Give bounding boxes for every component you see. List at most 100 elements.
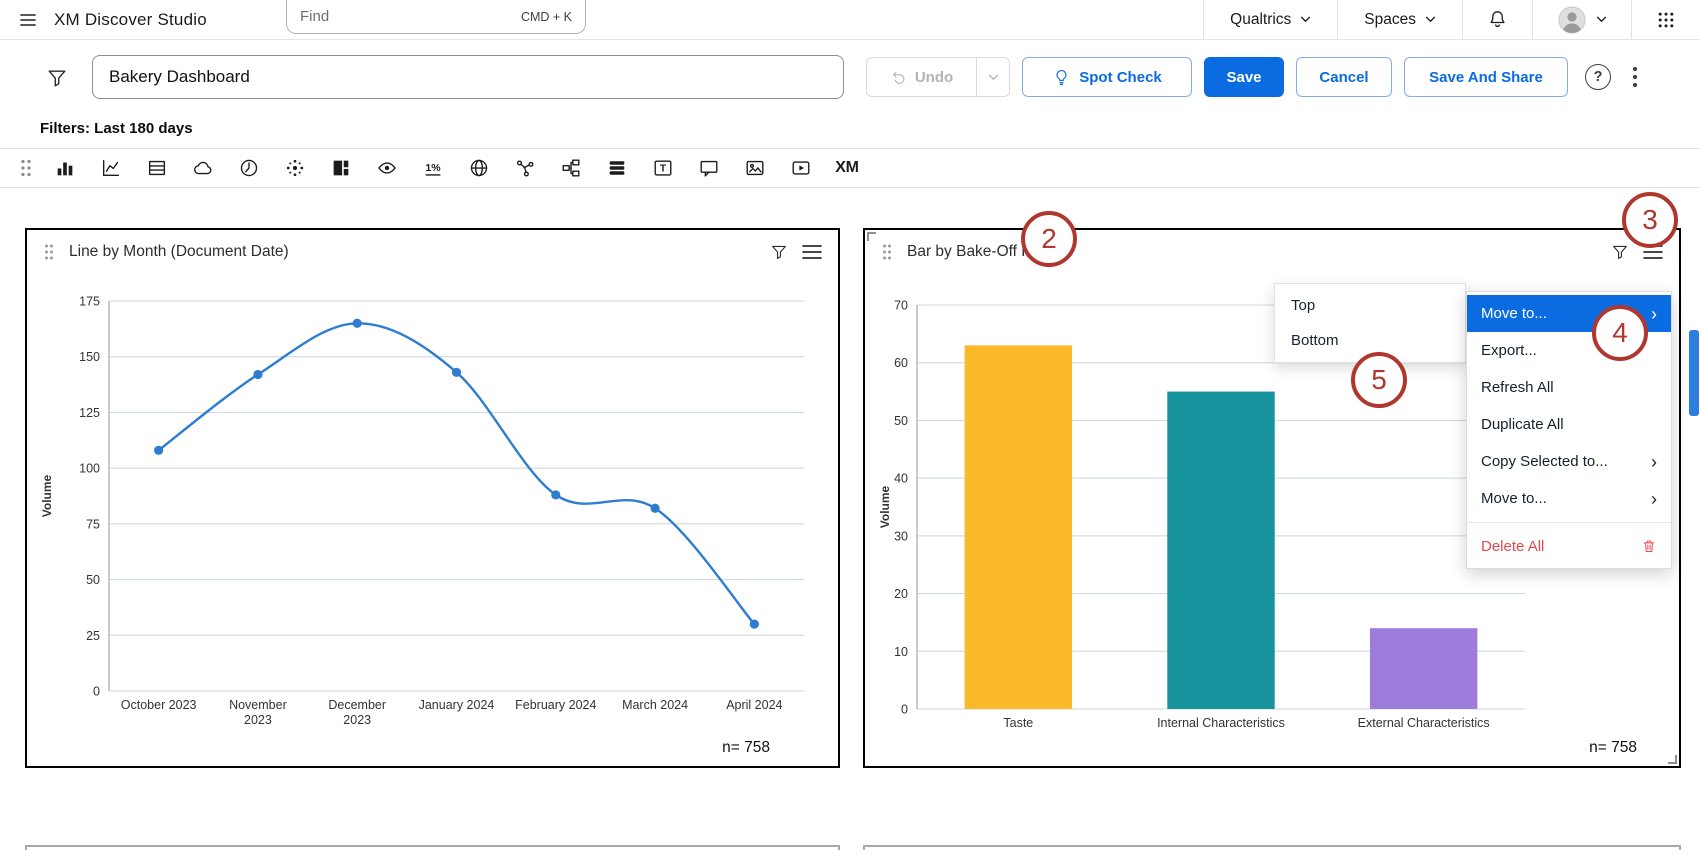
context-menu-item-refresh-all[interactable]: Refresh All <box>1467 369 1671 406</box>
sample-size-label: n= 758 <box>1589 739 1637 757</box>
save-and-share-label: Save And Share <box>1429 69 1543 86</box>
context-menu-item-move-to[interactable]: Move to... › <box>1467 480 1671 517</box>
network-widget-icon[interactable] <box>502 157 548 179</box>
cancel-button[interactable]: Cancel <box>1296 57 1392 97</box>
svg-text:Internal Characteristics: Internal Characteristics <box>1157 716 1285 730</box>
submenu-arrow-icon: › <box>1651 305 1657 323</box>
svg-text:October 2023: October 2023 <box>121 698 197 712</box>
next-row-widget-peek <box>25 845 840 850</box>
widget-drag-handle-icon[interactable] <box>43 243 55 261</box>
svg-text:0: 0 <box>901 703 908 717</box>
menu-item-label: Move to... <box>1481 305 1547 322</box>
save-and-share-button[interactable]: Save And Share <box>1404 57 1568 97</box>
undo-history-dropdown[interactable] <box>976 58 1009 96</box>
menu-item-label: Move to... <box>1481 490 1547 507</box>
widget-header: Bar by Bake-Off Rubric <box>865 230 1679 274</box>
xm-widget-icon[interactable]: XM <box>824 159 870 177</box>
line-chart-canvas: 0255075100125150175VolumeOctober 2023Nov… <box>37 276 829 756</box>
submenu-item-top[interactable]: Top <box>1275 288 1465 323</box>
dashboard-filter-icon[interactable] <box>46 67 68 89</box>
image-widget-icon[interactable] <box>732 157 778 179</box>
account-menu[interactable] <box>1532 0 1631 40</box>
scorecard-widget-icon[interactable]: 1% <box>410 157 456 179</box>
menu-divider <box>1467 522 1671 523</box>
spot-check-label: Spot Check <box>1079 69 1162 86</box>
sample-size-label: n= 758 <box>722 739 770 757</box>
line-chart-widget[interactable]: Line by Month (Document Date) 0255075100… <box>25 228 840 768</box>
menu-item-label: Duplicate All <box>1481 416 1564 433</box>
qualtrics-menu[interactable]: Qualtrics <box>1203 0 1337 40</box>
line-chart-svg: 0255075100125150175VolumeOctober 2023Nov… <box>37 276 829 756</box>
svg-text:175: 175 <box>79 295 100 309</box>
svg-text:January 2024: January 2024 <box>419 698 495 712</box>
qualtrics-menu-label: Qualtrics <box>1230 11 1291 29</box>
svg-text:T: T <box>660 164 667 175</box>
svg-text:Volume: Volume <box>878 485 892 528</box>
dashboard-action-bar: Undo Spot Check Save Cancel Save And Sha… <box>0 41 1700 112</box>
svg-text:20: 20 <box>894 587 908 601</box>
vertical-scrollbar-thumb[interactable] <box>1689 330 1699 416</box>
dashboard-name-input[interactable] <box>92 55 844 99</box>
bar-chart-widget-icon[interactable] <box>42 157 88 179</box>
context-menu-item-delete-all[interactable]: Delete All <box>1467 528 1671 565</box>
context-menu-item-duplicate-all[interactable]: Duplicate All <box>1467 406 1671 443</box>
more-options-kebab-icon[interactable] <box>1632 66 1638 88</box>
find-search-input[interactable]: Find CMD + K <box>286 0 586 34</box>
widget-drag-handle-icon[interactable] <box>881 243 893 261</box>
avatar <box>1557 5 1587 35</box>
line-chart-widget-icon[interactable] <box>88 157 134 179</box>
heatmap-widget-icon[interactable] <box>318 157 364 179</box>
submenu-arrow-icon: › <box>1651 490 1657 508</box>
active-filters-text[interactable]: Filters: Last 180 days <box>40 120 193 137</box>
notifications-button[interactable] <box>1462 0 1532 40</box>
svg-text:125: 125 <box>79 406 100 420</box>
widget-filter-icon[interactable] <box>770 243 788 261</box>
video-widget-icon[interactable] <box>778 157 824 179</box>
pie-chart-widget-icon[interactable] <box>226 157 272 179</box>
resize-corner-icon[interactable] <box>867 232 876 241</box>
chevron-down-icon <box>1425 16 1436 23</box>
app-switcher-button[interactable] <box>1631 0 1700 40</box>
text-widget-icon[interactable]: T <box>640 157 686 179</box>
svg-text:External Characteristics: External Characteristics <box>1358 716 1490 730</box>
undo-button[interactable]: Undo <box>867 58 976 96</box>
svg-text:April 2024: April 2024 <box>726 698 782 712</box>
table-widget-icon[interactable] <box>134 157 180 179</box>
svg-text:50: 50 <box>894 414 908 428</box>
word-cloud-widget-icon[interactable] <box>180 157 226 179</box>
svg-text:0: 0 <box>93 685 100 699</box>
header-right-cluster: Qualtrics Spaces <box>1203 0 1700 40</box>
widget-filter-icon[interactable] <box>1611 243 1629 261</box>
spaces-menu[interactable]: Spaces <box>1337 0 1462 40</box>
label-widget-icon[interactable] <box>686 157 732 179</box>
top-header: XM Discover Studio Find CMD + K Qualtric… <box>0 0 1700 40</box>
svg-text:December2023: December2023 <box>328 698 386 727</box>
drag-handle-icon[interactable] <box>10 158 42 178</box>
preview-widget-icon[interactable] <box>364 157 410 179</box>
find-shortcut-hint: CMD + K <box>521 10 572 24</box>
menu-item-label: Export... <box>1481 342 1537 359</box>
svg-text:March 2024: March 2024 <box>622 698 688 712</box>
help-button[interactable]: ? <box>1585 64 1611 90</box>
save-button[interactable]: Save <box>1204 57 1284 97</box>
svg-text:1%: 1% <box>425 162 441 174</box>
resize-corner-icon[interactable] <box>1668 755 1677 764</box>
svg-text:Taste: Taste <box>1003 716 1033 730</box>
widget-menu-icon[interactable] <box>802 244 822 260</box>
hierarchy-widget-icon[interactable] <box>548 157 594 179</box>
global-menu-icon[interactable] <box>18 10 38 30</box>
svg-text:25: 25 <box>86 629 100 643</box>
undo-label: Undo <box>915 69 953 86</box>
undo-split-button: Undo <box>866 57 1010 97</box>
svg-text:40: 40 <box>894 472 908 486</box>
next-row-widget-peek <box>863 845 1681 850</box>
spot-check-button[interactable]: Spot Check <box>1022 57 1192 97</box>
metric-widget-icon[interactable] <box>272 157 318 179</box>
widget-title: Line by Month (Document Date) <box>69 243 289 261</box>
map-widget-icon[interactable] <box>456 157 502 179</box>
widget-type-toolbar: 1% T XM <box>0 148 1700 188</box>
annotation-circle-5: 5 <box>1351 352 1407 408</box>
context-menu-item-copy-selected-to[interactable]: Copy Selected to...› <box>1467 443 1671 480</box>
selector-widget-icon[interactable] <box>594 157 640 179</box>
submenu-arrow-icon: › <box>1651 453 1657 471</box>
